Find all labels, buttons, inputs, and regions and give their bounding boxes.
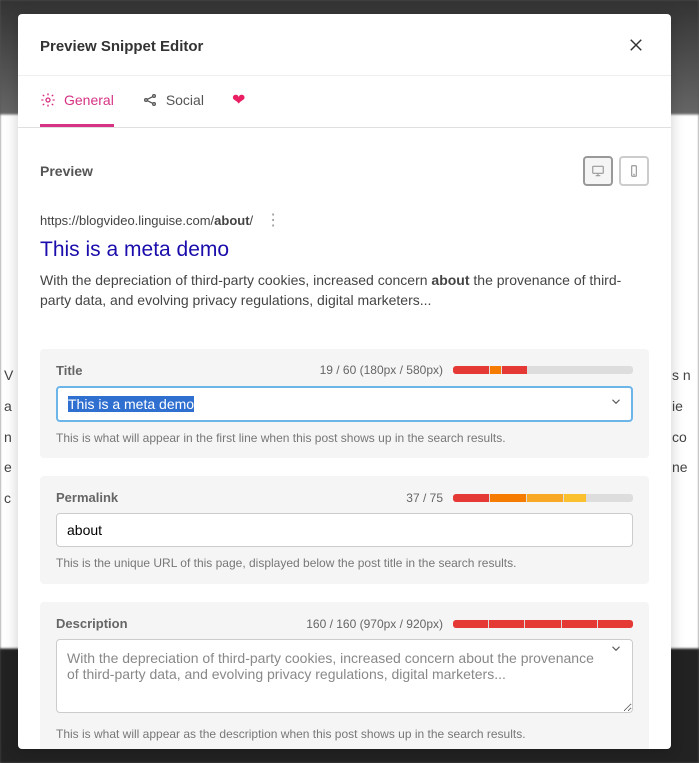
serp-url: https://blogvideo.linguise.com/about/ ⋮	[40, 210, 649, 230]
serp-title: This is a meta demo	[40, 238, 649, 262]
title-help: This is what will appear in the first li…	[56, 430, 633, 447]
title-dropdown-toggle[interactable]	[609, 394, 623, 413]
heart-icon: ❤	[232, 90, 245, 110]
title-card: Title 19 / 60 (180px / 580px) This is a …	[40, 349, 649, 459]
serp-description: With the depreciation of third-party coo…	[40, 270, 649, 311]
description-help: This is what will appear as the descript…	[56, 726, 633, 743]
close-button[interactable]	[623, 32, 649, 61]
permalink-card: Permalink 37 / 75 This is the unique URL…	[40, 476, 649, 584]
title-meter	[453, 366, 633, 374]
share-icon	[142, 92, 158, 108]
preview-heading: Preview	[40, 163, 93, 179]
title-input[interactable]: This is a meta demo	[56, 386, 633, 422]
desktop-icon	[591, 164, 605, 178]
chevron-down-icon	[609, 394, 623, 408]
snippet-editor-modal: Preview Snippet Editor General Social ❤ …	[18, 14, 671, 749]
description-count: 160 / 160 (970px / 920px)	[306, 617, 443, 631]
title-count: 19 / 60 (180px / 580px)	[320, 363, 443, 377]
bg-right-text: s niecone	[672, 360, 691, 483]
tab-social[interactable]: Social	[142, 76, 204, 127]
description-textarea[interactable]	[56, 639, 633, 713]
permalink-count: 37 / 75	[406, 491, 443, 505]
description-card: Description 160 / 160 (970px / 920px) Th…	[40, 602, 649, 749]
permalink-input[interactable]	[56, 513, 633, 547]
serp-url-text: https://blogvideo.linguise.com/about/	[40, 213, 253, 228]
title-label: Title	[56, 363, 83, 378]
description-dropdown-toggle[interactable]	[609, 642, 623, 661]
mobile-icon	[627, 164, 641, 178]
tab-general[interactable]: General	[40, 76, 114, 127]
tab-social-label: Social	[166, 92, 204, 108]
description-label: Description	[56, 616, 128, 631]
modal-header: Preview Snippet Editor	[18, 14, 671, 76]
close-icon	[627, 36, 645, 54]
permalink-label: Permalink	[56, 490, 118, 505]
gear-icon	[40, 92, 56, 108]
mobile-toggle[interactable]	[619, 156, 649, 186]
permalink-meter	[453, 494, 633, 502]
tab-favorite[interactable]: ❤	[232, 76, 245, 127]
serp-menu-icon[interactable]: ⋮	[265, 210, 281, 230]
chevron-down-icon	[609, 642, 623, 656]
serp-preview: https://blogvideo.linguise.com/about/ ⋮ …	[40, 204, 649, 331]
device-toggle-group	[583, 156, 649, 186]
desktop-toggle[interactable]	[583, 156, 613, 186]
preview-section: Preview https://blogvideo.linguise.com/a…	[40, 128, 649, 331]
description-meter	[453, 620, 633, 628]
modal-body[interactable]: Preview https://blogvideo.linguise.com/a…	[18, 128, 671, 749]
tab-general-label: General	[64, 92, 114, 108]
tab-bar: General Social ❤	[18, 76, 671, 128]
permalink-help: This is the unique URL of this page, dis…	[56, 555, 633, 572]
modal-title: Preview Snippet Editor	[40, 38, 203, 55]
